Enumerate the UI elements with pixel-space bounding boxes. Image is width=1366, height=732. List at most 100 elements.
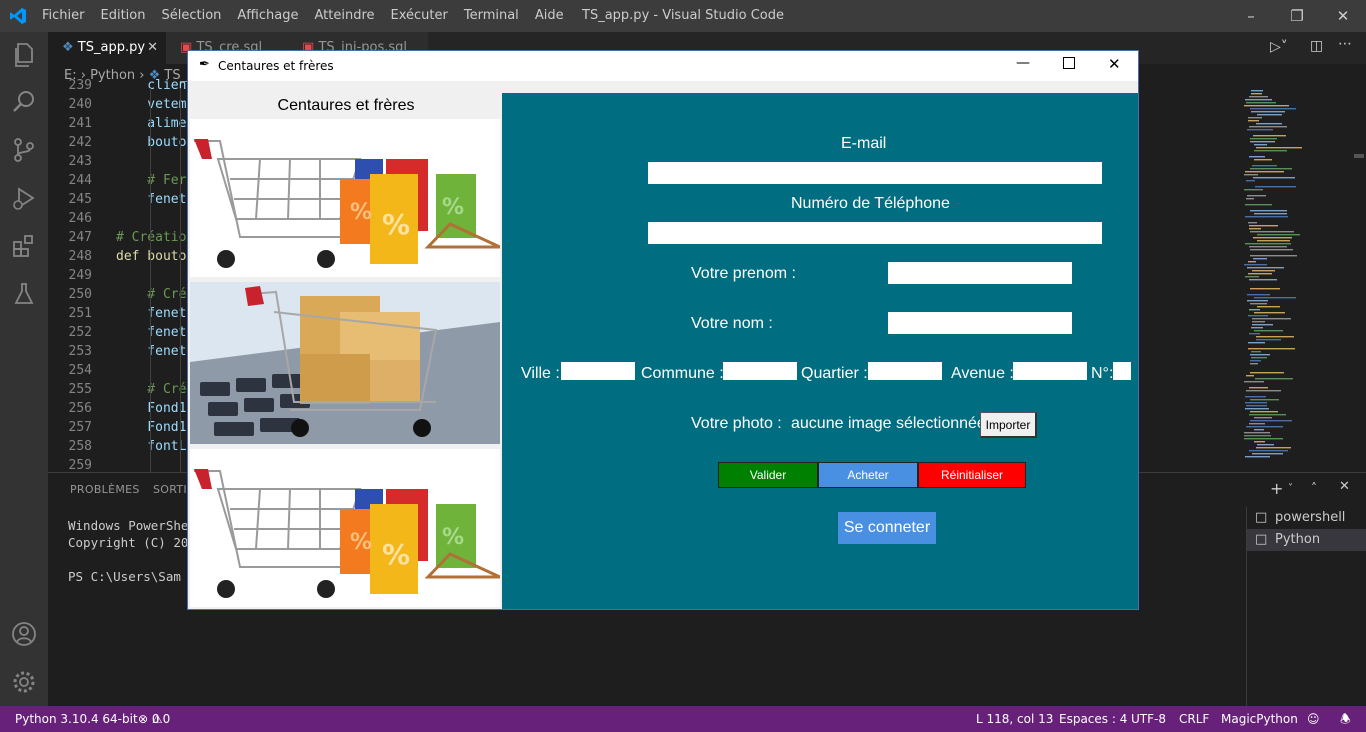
close-panel-icon[interactable]: ✕ (1339, 479, 1350, 494)
code-line[interactable]: # Création (116, 230, 194, 245)
extensions-icon[interactable] (10, 232, 38, 260)
code-line[interactable]: alimen (116, 116, 194, 131)
valider-button[interactable]: Valider (718, 462, 818, 488)
minimap[interactable] (1240, 88, 1352, 472)
svg-text:%: % (442, 525, 464, 550)
search-icon[interactable] (10, 88, 38, 116)
encoding[interactable]: UTF-8 (1131, 706, 1166, 732)
new-terminal-icon[interactable]: + (1270, 479, 1283, 498)
nom-field[interactable] (888, 312, 1072, 334)
settings-gear-icon[interactable] (10, 668, 38, 696)
indentation[interactable]: Espaces : 4 (1059, 706, 1127, 732)
app-minimize-button[interactable]: — (1016, 55, 1030, 71)
minimap-line (1247, 129, 1273, 131)
cursor-position[interactable]: L 118, col 13 (976, 706, 1053, 732)
error-count: 0 (151, 712, 160, 726)
run-file-icon[interactable]: ▷˅ (1270, 39, 1288, 55)
code-line[interactable]: # Cré (116, 287, 186, 302)
problems-counter[interactable]: ⊗ 0 ⚠ 0 (138, 706, 170, 732)
code-line[interactable]: veteme (116, 97, 194, 112)
code-line[interactable]: fenetr (116, 325, 194, 340)
python-interpreter[interactable]: Python 3.10.4 64-bit (15, 706, 138, 732)
acheter-button[interactable]: Acheter (818, 462, 918, 488)
importer-button[interactable]: Importer (980, 412, 1037, 438)
split-editor-icon[interactable]: ◫ (1310, 38, 1323, 54)
code-line[interactable]: Fond1 (116, 420, 186, 435)
restore-button[interactable]: ❐ (1274, 0, 1320, 32)
chevron-down-icon[interactable]: ˅ (1288, 483, 1293, 494)
terminal-icon: □ (1255, 532, 1268, 547)
testing-flask-icon[interactable] (10, 280, 38, 308)
minimap-line (1245, 276, 1259, 278)
minimap-line (1246, 180, 1255, 182)
language-mode[interactable]: MagicPython (1221, 706, 1298, 732)
more-actions-icon[interactable]: ⋯ (1338, 36, 1352, 52)
minimap-line (1256, 147, 1302, 149)
app-body: Centaures et frères % % % % % % E-mail N… (188, 93, 1138, 609)
menu-atteindre[interactable]: Atteindre (306, 0, 382, 32)
code-line[interactable]: # Fer (116, 173, 186, 188)
close-tab-icon[interactable]: ✕ (147, 32, 158, 64)
email-field[interactable] (648, 162, 1102, 184)
ville-label: Ville : (521, 365, 560, 382)
end-of-line[interactable]: CRLF (1179, 706, 1209, 732)
shopping-cart-bags-image: % % % (190, 119, 500, 277)
numero-field[interactable] (1113, 362, 1131, 380)
minimap-line (1244, 189, 1263, 191)
minimap-line (1249, 228, 1261, 230)
menu-executer[interactable]: Exécuter (383, 0, 456, 32)
code-line[interactable]: fenetr (116, 306, 194, 321)
phone-field[interactable] (648, 222, 1102, 244)
quartier-field[interactable] (868, 362, 942, 380)
avenue-field[interactable] (1013, 362, 1087, 380)
terminal-output[interactable]: Windows PowerShel Copyright (C) 201 PS C… (68, 517, 196, 585)
app-maximize-button[interactable] (1063, 57, 1075, 69)
feedback-icon[interactable]: ☺ (1307, 706, 1320, 732)
minimap-line (1251, 327, 1263, 329)
terminal-item-python[interactable]: □ Python (1247, 529, 1366, 551)
source-control-icon[interactable] (10, 136, 38, 164)
menu-edition[interactable]: Edition (93, 0, 154, 32)
menu-terminal[interactable]: Terminal (456, 0, 527, 32)
code-line[interactable]: fenetr (116, 192, 194, 207)
tab-problemes[interactable]: PROBLÈMES (70, 483, 140, 496)
minimap-line (1252, 165, 1277, 167)
code-line[interactable]: # Cré (116, 382, 186, 397)
minimap-line (1251, 111, 1285, 113)
minimap-line (1256, 336, 1294, 338)
close-button[interactable]: ✕ (1320, 0, 1366, 32)
minimap-line (1250, 141, 1275, 143)
menu-selection[interactable]: Sélection (153, 0, 229, 32)
explorer-icon[interactable] (10, 40, 38, 68)
menu-fichier[interactable]: Fichier (34, 0, 93, 32)
nom-label: Votre nom : (691, 315, 773, 332)
minimize-button[interactable]: – (1228, 0, 1274, 32)
terminal-item-powershell[interactable]: □ powershell (1247, 507, 1366, 529)
minimap-line (1248, 348, 1295, 350)
connect-button[interactable]: Se conneter (838, 512, 936, 544)
ville-field[interactable] (561, 362, 635, 380)
commune-field[interactable] (723, 362, 797, 380)
accounts-icon[interactable] (10, 620, 38, 648)
reinitialiser-button[interactable]: Réinitialiser (918, 462, 1026, 488)
notifications-bell-icon[interactable]: 🕭 (1340, 706, 1351, 732)
minimap-line (1246, 390, 1281, 392)
minimap-line (1249, 309, 1260, 311)
editor-scrollbar[interactable] (1352, 88, 1366, 472)
app-close-button[interactable]: ✕ (1108, 55, 1121, 73)
tab-ts-app-py[interactable]: ❖ TS_app.py ✕ (48, 32, 166, 64)
line-number: 254 (68, 363, 92, 378)
code-line[interactable]: def bouto (116, 249, 186, 264)
menu-aide[interactable]: Aide (527, 0, 572, 32)
code-line[interactable]: bouto (116, 135, 186, 150)
minimap-line (1250, 288, 1280, 290)
code-line[interactable]: fontL (116, 439, 186, 454)
code-line[interactable]: fenetr (116, 344, 194, 359)
run-debug-icon[interactable] (10, 184, 38, 212)
minimap-line (1249, 156, 1265, 158)
prenom-field[interactable] (888, 262, 1072, 284)
maximize-panel-icon[interactable]: ˄ (1311, 481, 1317, 495)
code-line[interactable]: clien (116, 78, 186, 93)
code-line[interactable]: Fond1 (116, 401, 186, 416)
menu-affichage[interactable]: Affichage (229, 0, 306, 32)
